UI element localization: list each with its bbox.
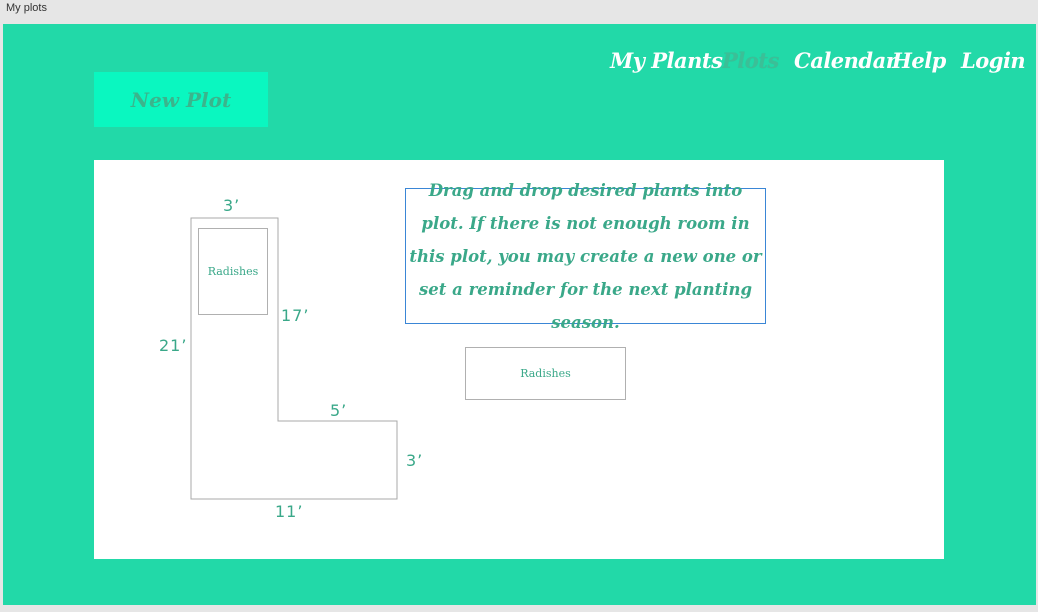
dim-left-height: 21’	[159, 336, 188, 355]
nav-plots[interactable]: Plots	[722, 48, 779, 73]
instructions-text: Drag and drop desired plants into plot. …	[409, 180, 762, 332]
new-plot-button[interactable]: New Plot	[94, 72, 268, 127]
dim-inner-vertical: 17’	[281, 306, 310, 325]
nav-help[interactable]: Help	[892, 48, 946, 73]
nav-login[interactable]: Login	[961, 48, 1026, 73]
nav-my-plants[interactable]: My Plants	[610, 48, 723, 73]
palette-radishes-label: Radishes	[520, 367, 571, 380]
window-title: My plots	[6, 2, 47, 14]
instructions-box: Drag and drop desired plants into plot. …	[405, 181, 766, 332]
dim-inner-horizontal: 5’	[330, 401, 348, 420]
palette-radishes-tile[interactable]: Radishes	[465, 347, 626, 400]
placed-radishes-tile[interactable]: Radishes	[198, 228, 268, 315]
dim-top-width: 3’	[223, 196, 241, 215]
nav-calendar[interactable]: Calendar	[794, 48, 897, 73]
dim-right-height: 3’	[406, 451, 424, 470]
plot-canvas[interactable]: Radishes 3’ 21’ 17’ 5’ 3’ 11’ Drag and d…	[94, 160, 944, 559]
app-root: My Plants Plots Calendar Help Login New …	[3, 24, 1036, 605]
dim-bottom-width: 11’	[275, 502, 304, 521]
placed-radishes-label: Radishes	[207, 265, 259, 278]
